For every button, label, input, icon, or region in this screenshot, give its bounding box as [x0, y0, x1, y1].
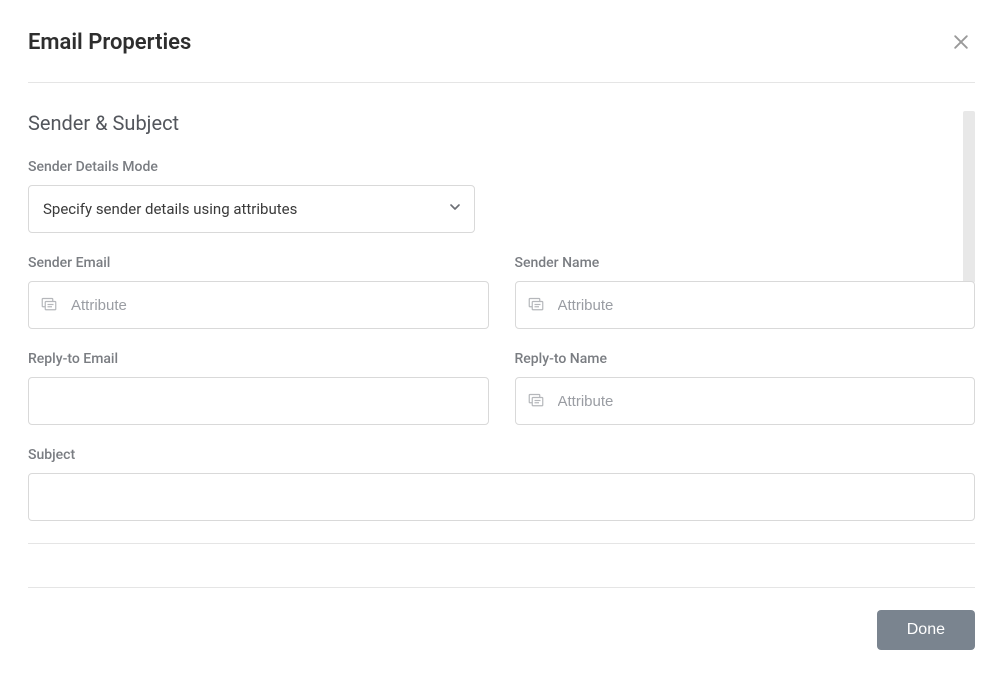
reply-to-email-group: Reply-to Email: [28, 351, 489, 425]
sender-name-input[interactable]: [515, 281, 976, 329]
modal-footer: Done: [0, 588, 1003, 678]
close-icon: [951, 32, 971, 52]
sender-details-mode-label: Sender Details Mode: [28, 159, 975, 175]
sender-details-mode-value: Specify sender details using attributes: [43, 200, 297, 218]
section-title: Sender & Subject: [28, 111, 975, 135]
subject-input[interactable]: [28, 473, 975, 521]
modal-header: Email Properties: [0, 0, 1003, 82]
reply-to-email-input[interactable]: [28, 377, 489, 425]
modal-title: Email Properties: [28, 30, 191, 55]
sender-email-group: Sender Email: [28, 255, 489, 329]
scrollbar-thumb[interactable]: [963, 111, 975, 283]
email-properties-modal: Email Properties Sender & Subject Sender…: [0, 0, 1003, 678]
sender-details-mode-select[interactable]: Specify sender details using attributes: [28, 185, 475, 233]
sender-details-mode-group: Sender Details Mode Specify sender detai…: [28, 159, 975, 233]
reply-to-name-group: Reply-to Name: [515, 351, 976, 425]
sender-name-group: Sender Name: [515, 255, 976, 329]
sender-row: Sender Email: [28, 255, 975, 329]
body-bottom-divider: [28, 543, 975, 544]
sender-name-label: Sender Name: [515, 255, 976, 271]
reply-to-name-input[interactable]: [515, 377, 976, 425]
subject-label: Subject: [28, 447, 975, 463]
close-button[interactable]: [947, 28, 975, 56]
sender-email-label: Sender Email: [28, 255, 489, 271]
reply-to-email-label: Reply-to Email: [28, 351, 489, 367]
sender-details-mode-select-wrapper: Specify sender details using attributes: [28, 185, 475, 233]
reply-to-name-label: Reply-to Name: [515, 351, 976, 367]
sender-email-input[interactable]: [28, 281, 489, 329]
done-button[interactable]: Done: [877, 610, 975, 650]
modal-body: Sender & Subject Sender Details Mode Spe…: [0, 83, 1003, 587]
subject-group: Subject: [28, 447, 975, 521]
reply-to-row: Reply-to Email Reply-to Name: [28, 351, 975, 425]
